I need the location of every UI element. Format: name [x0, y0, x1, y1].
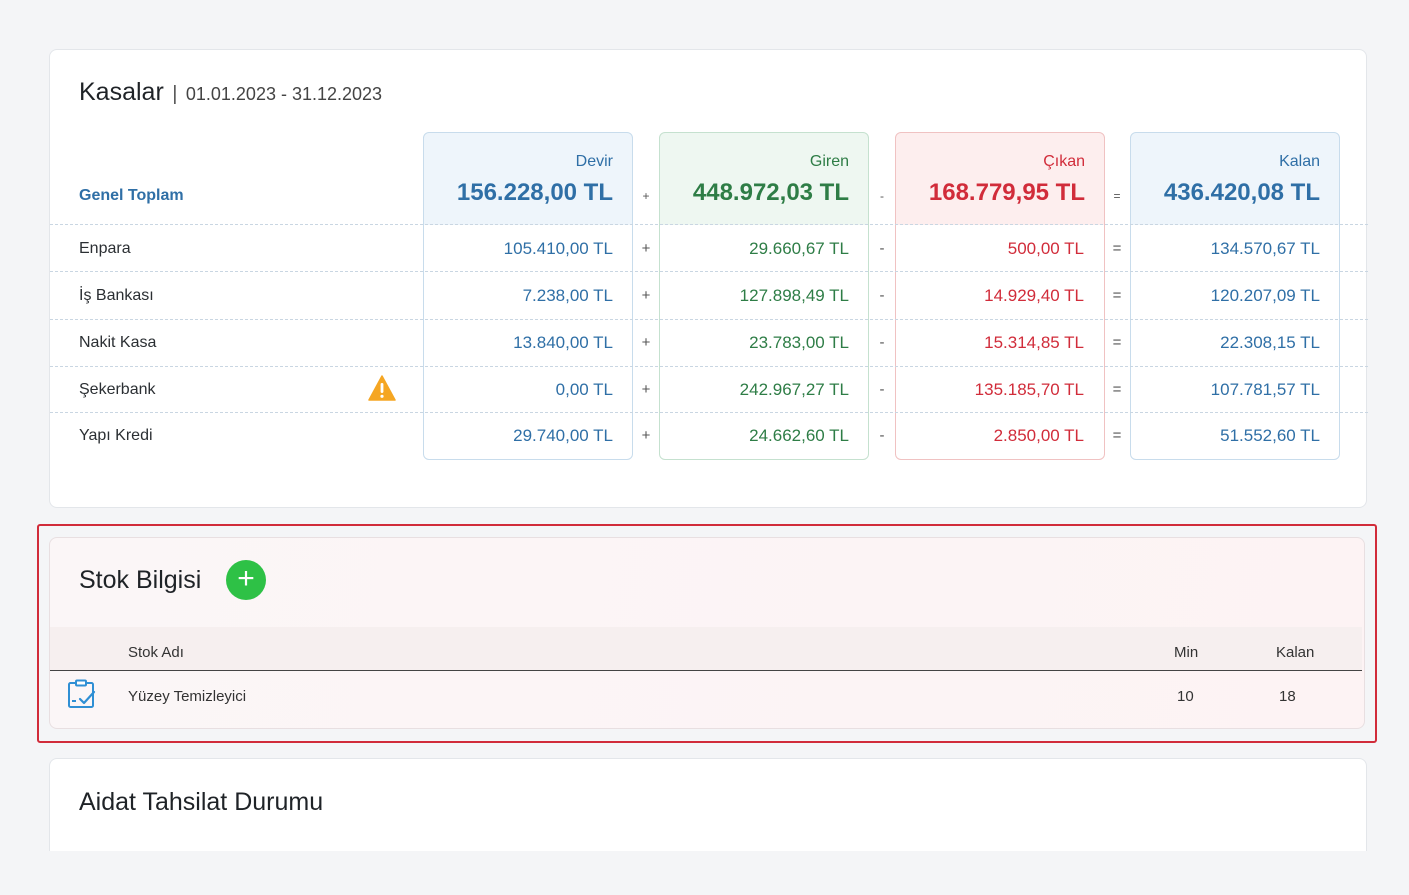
- kasa-row-giren: 127.898,49 TL: [739, 286, 849, 305]
- kalan-label: Kalan: [1279, 153, 1320, 170]
- genel-toplam-label: Genel Toplam: [79, 187, 184, 204]
- minus-operator: -: [879, 287, 885, 304]
- header-equals-operator: =: [1113, 189, 1121, 203]
- kasa-row-kalan: 51.552,60 TL: [1220, 426, 1320, 445]
- stok-title: Stok Bilgisi: [79, 566, 202, 594]
- row-divider: [50, 271, 1368, 272]
- stok-min-header[interactable]: Min: [1174, 644, 1198, 661]
- stok-table-header: Stok Adı Min Kalan: [50, 627, 1362, 671]
- kasa-row-devir: 13.840,00 TL: [513, 333, 613, 352]
- kasa-row-name[interactable]: Şekerbank: [79, 381, 156, 399]
- equals-operator: =: [1112, 427, 1122, 444]
- kasa-row-kalan: 134.570,67 TL: [1210, 239, 1320, 258]
- stok-kalan-header[interactable]: Kalan: [1276, 644, 1314, 661]
- plus-operator: +: [641, 287, 651, 304]
- plus-operator: +: [641, 334, 651, 351]
- kasa-row-giren: 29.660,67 TL: [749, 239, 849, 258]
- stok-item-kalan: 18: [1279, 688, 1296, 705]
- devir-label: Devir: [575, 153, 613, 170]
- row-divider: [50, 319, 1368, 320]
- devir-total: 156.228,00 TL: [456, 179, 613, 206]
- stok-name-header[interactable]: Stok Adı: [128, 644, 184, 661]
- kasa-row-kalan: 107.781,57 TL: [1210, 380, 1320, 399]
- kasa-row-giren: 23.783,00 TL: [749, 333, 849, 352]
- row-divider: [50, 412, 1368, 413]
- equals-operator: =: [1112, 240, 1122, 257]
- stok-item-min: 10: [1177, 688, 1194, 705]
- kasa-row-giren: 24.662,60 TL: [749, 426, 849, 445]
- page-bottom-edge: [0, 851, 1409, 895]
- plus-operator: +: [641, 381, 651, 398]
- giren-label: Giren: [809, 153, 849, 170]
- kasa-row-kalan: 22.308,15 TL: [1220, 333, 1320, 352]
- clipboard-check-icon[interactable]: [67, 679, 97, 709]
- equals-operator: =: [1112, 334, 1122, 351]
- minus-operator: -: [879, 381, 885, 398]
- kasa-row-name[interactable]: İş Bankası: [79, 287, 154, 305]
- kasa-row-devir: 0,00 TL: [555, 380, 613, 399]
- row-divider: [50, 224, 1368, 225]
- cikan-total: 168.779,95 TL: [928, 179, 1085, 206]
- kasa-row-name[interactable]: Enpara: [79, 240, 131, 258]
- kasalar-header: Kasalar | 01.01.2023 - 31.12.2023: [79, 78, 382, 107]
- kasa-row-cikan: 135.185,70 TL: [974, 380, 1084, 399]
- minus-operator: -: [879, 427, 885, 444]
- stok-item-name[interactable]: Yüzey Temizleyici: [128, 688, 246, 705]
- stok-bilgisi-card: Stok Bilgisi + Stok Adı Min Kalan Yüzey …: [49, 537, 1365, 729]
- plus-operator: +: [641, 240, 651, 257]
- kasalar-period: 01.01.2023 - 31.12.2023: [185, 84, 383, 104]
- add-stock-button[interactable]: +: [226, 560, 266, 600]
- kasalar-card: Kasalar | 01.01.2023 - 31.12.2023 Devir …: [49, 49, 1368, 508]
- equals-operator: =: [1112, 287, 1122, 304]
- kasa-row-devir: 29.740,00 TL: [513, 426, 613, 445]
- kasa-row-devir: 105.410,00 TL: [503, 239, 613, 258]
- kasa-row-name[interactable]: Nakit Kasa: [79, 334, 156, 352]
- kasa-row-kalan: 120.207,09 TL: [1210, 286, 1320, 305]
- kasa-row-devir: 7.238,00 TL: [522, 286, 613, 305]
- minus-operator: -: [879, 240, 885, 257]
- kasa-row-cikan: 2.850,00 TL: [993, 426, 1084, 445]
- warning-icon[interactable]: [368, 375, 396, 401]
- equals-operator: =: [1112, 381, 1122, 398]
- title-separator: |: [172, 83, 178, 105]
- header-minus-operator: -: [880, 189, 884, 203]
- kasa-row-cikan: 15.314,85 TL: [984, 333, 1084, 352]
- plus-operator: +: [641, 427, 651, 444]
- minus-operator: -: [879, 334, 885, 351]
- kasa-row-cikan: 14.929,40 TL: [984, 286, 1084, 305]
- kalan-total: 436.420,08 TL: [1163, 179, 1320, 206]
- giren-total: 448.972,03 TL: [692, 179, 849, 206]
- kasa-row-cikan: 500,00 TL: [1007, 239, 1084, 258]
- cikan-label: Çıkan: [1043, 153, 1085, 170]
- kasa-row-giren: 242.967,27 TL: [739, 380, 849, 399]
- header-plus-operator: +: [642, 189, 650, 203]
- kasalar-title: Kasalar: [79, 78, 164, 106]
- row-divider: [50, 366, 1368, 367]
- aidat-title: Aidat Tahsilat Durumu: [79, 788, 324, 816]
- kasa-row-name[interactable]: Yapı Kredi: [79, 427, 153, 445]
